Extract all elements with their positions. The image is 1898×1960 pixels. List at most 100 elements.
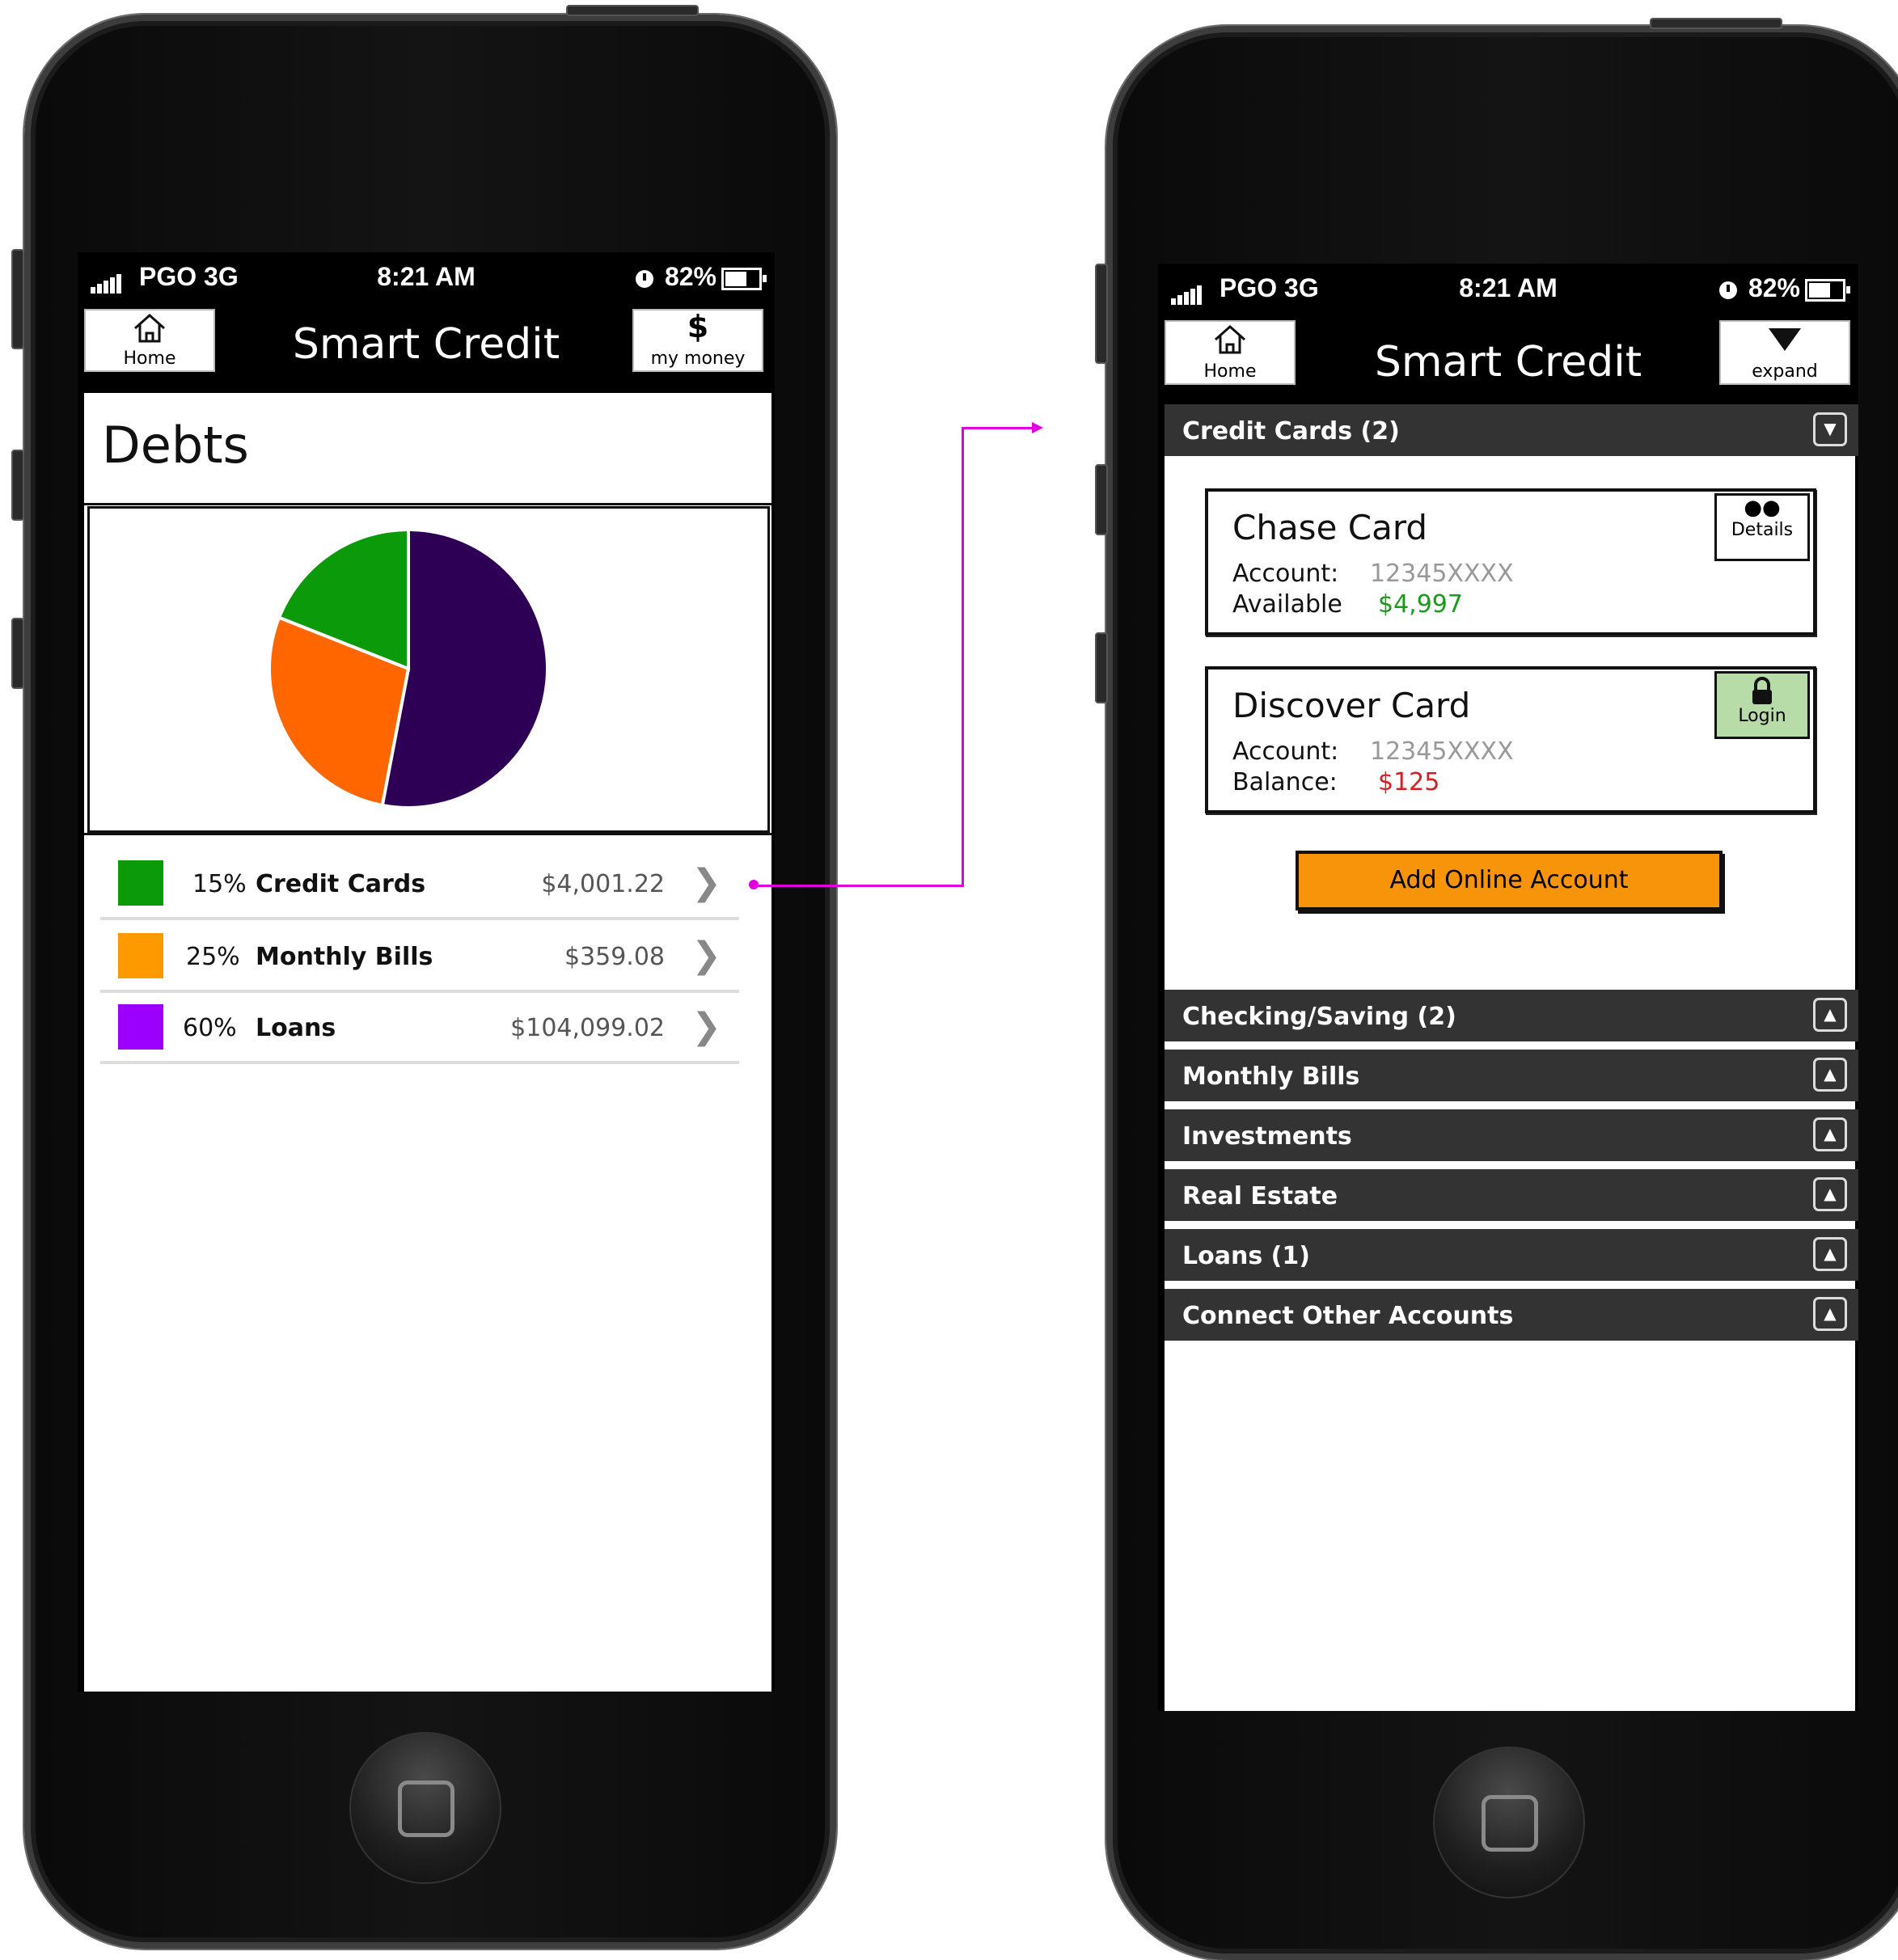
- nav-bar: Home Smart Credit $ my money: [78, 302, 775, 383]
- account-label: Account:: [1232, 737, 1339, 766]
- battery-icon: [721, 267, 767, 290]
- expand-button[interactable]: expand: [1719, 320, 1850, 385]
- phone-top-button: [1650, 18, 1782, 29]
- battery-percent: 82%: [1748, 273, 1800, 302]
- flow-connector: [755, 885, 964, 887]
- square-icon: [1482, 1795, 1538, 1852]
- debt-amount: $104,099.02: [510, 1014, 665, 1042]
- section-title: Connect Other Accounts: [1182, 1302, 1514, 1330]
- debt-amount: $359.08: [564, 943, 665, 971]
- square-icon: [398, 1780, 454, 1837]
- lock-icon: [1752, 677, 1772, 704]
- nav-bar: Home Smart Credit expand: [1158, 314, 1858, 395]
- available-amount: $4,997: [1378, 590, 1463, 619]
- expand-icon[interactable]: ▲: [1813, 1237, 1847, 1271]
- expand-icon[interactable]: ▲: [1813, 998, 1847, 1032]
- phone-side-button: [1095, 632, 1108, 703]
- debt-category: Monthly Bills: [256, 943, 433, 971]
- debts-chart: [87, 506, 770, 833]
- section-title: Monthly Bills: [1182, 1062, 1360, 1091]
- available-label: Available: [1232, 590, 1342, 619]
- battery-icon: [1805, 278, 1850, 302]
- balance-label: Balance:: [1232, 768, 1338, 796]
- debt-percent: 25%: [186, 943, 240, 971]
- divider: [84, 503, 771, 505]
- section-checking-saving[interactable]: Checking/Saving (2) ▲: [1165, 990, 1858, 1041]
- my-money-label: my money: [650, 348, 746, 369]
- account-number: 12345XXXX: [1370, 737, 1514, 766]
- phone-side-button: [1095, 464, 1108, 535]
- debt-row-loans[interactable]: 60% Loans $104,099.02 ❯: [100, 991, 739, 1064]
- account-number: 12345XXXX: [1370, 560, 1514, 588]
- debt-row-monthly-bills[interactable]: 25% Monthly Bills $359.08 ❯: [100, 920, 739, 993]
- expand-icon[interactable]: ▲: [1813, 1117, 1847, 1151]
- phone-side-button: [11, 450, 24, 521]
- flow-connector: [962, 427, 1036, 429]
- expand-icon[interactable]: ▲: [1813, 1058, 1847, 1092]
- account-card-discover[interactable]: Discover Card Account: 12345XXXX Balance…: [1205, 666, 1816, 813]
- screen-debts: PGO 3G 8:21 AM 82% Home Smart Credit $ m…: [78, 252, 775, 1692]
- phone-top-button: [566, 5, 699, 16]
- my-money-button[interactable]: $ my money: [632, 309, 763, 372]
- chevron-right-icon[interactable]: ❯: [691, 862, 721, 903]
- section-investments[interactable]: Investments ▲: [1165, 1109, 1858, 1161]
- arrowhead-icon: [1032, 422, 1043, 433]
- login-label: Login: [1738, 706, 1786, 726]
- home-hardware-button[interactable]: [349, 1732, 501, 1884]
- add-online-account-button[interactable]: Add Online Account: [1296, 851, 1723, 910]
- legend-swatch: [118, 860, 163, 906]
- card-name: Chase Card: [1232, 508, 1428, 547]
- debt-category: Credit Cards: [256, 870, 426, 898]
- account-card-chase[interactable]: Chase Card Account: 12345XXXX Available …: [1205, 488, 1816, 636]
- section-title: Credit Cards (2): [1182, 417, 1400, 446]
- status-bar: PGO 3G 8:21 AM 82%: [78, 252, 775, 301]
- card-name: Discover Card: [1232, 686, 1471, 725]
- status-bar: PGO 3G 8:21 AM 82%: [1158, 264, 1858, 312]
- phone-side-button: [11, 618, 24, 689]
- debts-content: Debts 15% Credit Cards $4,001.22 ❯ 25% M…: [84, 393, 771, 1692]
- phone-side-button: [1095, 264, 1108, 364]
- glasses-icon: ●●: [1744, 496, 1781, 520]
- expand-label: expand: [1752, 361, 1818, 382]
- section-credit-cards[interactable]: Credit Cards (2) ▼: [1165, 404, 1858, 456]
- section-monthly-bills[interactable]: Monthly Bills ▲: [1165, 1050, 1858, 1101]
- accounts-content: Credit Cards (2) ▼ Chase Card Account: 1…: [1165, 404, 1858, 1711]
- debt-percent: 15%: [192, 870, 247, 898]
- battery-status: 82%: [635, 262, 767, 292]
- details-button[interactable]: ●● Details: [1714, 493, 1810, 561]
- balance-amount: $125: [1378, 768, 1440, 796]
- legend-swatch: [118, 1004, 163, 1050]
- page-title: Debts: [102, 416, 249, 475]
- screen-accounts: PGO 3G 8:21 AM 82% Home Smart Credit exp…: [1158, 264, 1858, 1711]
- login-button[interactable]: Login: [1714, 671, 1810, 739]
- pie-chart: [268, 527, 550, 809]
- debt-category: Loans: [256, 1014, 336, 1042]
- clock-icon: [635, 269, 653, 288]
- expand-icon[interactable]: ▲: [1813, 1297, 1847, 1331]
- details-label: Details: [1731, 520, 1794, 540]
- chevron-right-icon[interactable]: ❯: [691, 1006, 721, 1047]
- home-hardware-button[interactable]: [1433, 1747, 1585, 1899]
- section-title: Checking/Saving (2): [1182, 1003, 1456, 1031]
- chevron-right-icon[interactable]: ❯: [691, 935, 721, 976]
- battery-percent: 82%: [664, 262, 717, 291]
- section-connect-other-accounts[interactable]: Connect Other Accounts ▲: [1165, 1289, 1858, 1341]
- collapse-icon[interactable]: ▼: [1813, 412, 1847, 446]
- legend-swatch: [118, 933, 163, 978]
- account-label: Account:: [1232, 560, 1339, 588]
- expand-icon[interactable]: ▲: [1813, 1177, 1847, 1211]
- section-real-estate[interactable]: Real Estate ▲: [1165, 1169, 1858, 1221]
- flow-connector: [962, 427, 964, 887]
- connector-dot: [749, 880, 759, 889]
- debt-percent: 60%: [183, 1014, 237, 1042]
- clock-icon: [1718, 281, 1737, 299]
- section-title: Real Estate: [1182, 1182, 1338, 1210]
- divider: [84, 833, 771, 835]
- debt-row-credit-cards[interactable]: 15% Credit Cards $4,001.22 ❯: [100, 847, 739, 920]
- section-loans[interactable]: Loans (1) ▲: [1165, 1229, 1858, 1281]
- phone-side-button: [11, 249, 24, 349]
- dollar-icon: $: [687, 309, 709, 344]
- debt-amount: $4,001.22: [541, 870, 665, 898]
- section-title: Loans (1): [1182, 1242, 1310, 1270]
- section-title: Investments: [1182, 1122, 1352, 1151]
